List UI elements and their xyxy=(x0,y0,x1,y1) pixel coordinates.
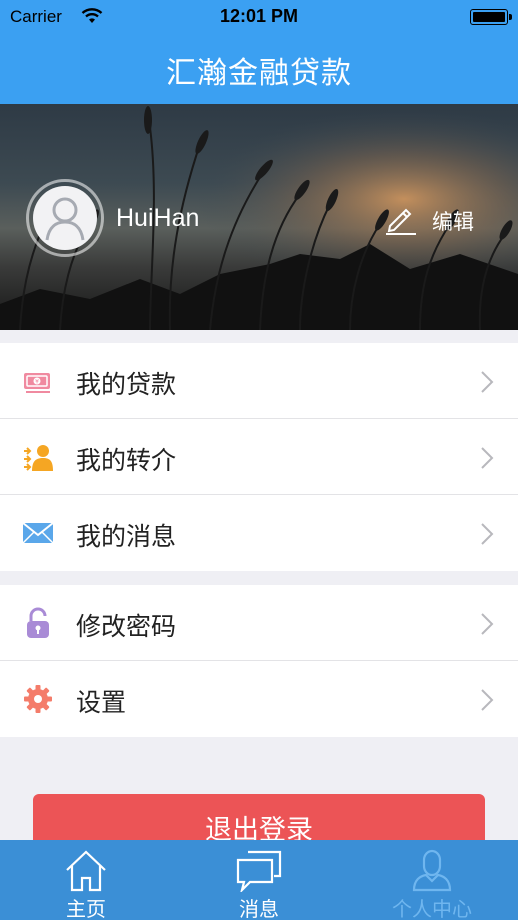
tab-label: 主页 xyxy=(66,897,106,920)
menu-item-label: 修改密码 xyxy=(76,612,177,641)
menu-item-my-referrals[interactable]: 我的转介 xyxy=(0,419,518,495)
unlock-icon xyxy=(27,607,49,638)
money-icon: ¥ xyxy=(24,373,50,393)
menu-item-label: 我的转介 xyxy=(76,446,177,475)
avatar[interactable] xyxy=(33,186,97,250)
menu-item-my-messages[interactable]: 我的消息 xyxy=(0,495,518,571)
gear-icon xyxy=(24,685,52,713)
user-placeholder-icon xyxy=(45,197,85,241)
menu-item-settings[interactable]: 设置 xyxy=(0,661,518,737)
chevron-right-icon xyxy=(481,613,494,635)
menu-item-label: 设置 xyxy=(76,688,127,717)
menu-item-label: 我的贷款 xyxy=(76,370,177,399)
menu-group-secondary: 修改密码 设置 xyxy=(0,585,518,737)
page-title: 汇瀚金融贷款 xyxy=(166,56,352,91)
status-bar: Carrier 12:01 PM xyxy=(0,0,518,34)
chevron-right-icon xyxy=(481,447,494,469)
tab-label: 消息 xyxy=(239,897,279,920)
menu-group-primary: ¥ 我的贷款 我的转介 我的消息 xyxy=(0,343,518,571)
home-icon xyxy=(66,850,106,892)
chevron-right-icon xyxy=(481,371,494,393)
username: HuiHan xyxy=(116,204,200,232)
chat-icon xyxy=(236,850,282,892)
tab-profile[interactable]: 个人中心 xyxy=(346,840,518,920)
clock: 12:01 PM xyxy=(219,6,299,26)
tab-label: 个人中心 xyxy=(392,897,472,920)
svg-text:¥: ¥ xyxy=(35,379,39,386)
user-icon xyxy=(412,849,452,892)
profile-banner: HuiHan 编辑 xyxy=(0,104,518,330)
pencil-icon[interactable] xyxy=(382,200,418,236)
edit-profile-button[interactable]: 编辑 xyxy=(432,206,474,236)
nav-bar: 汇瀚金融贷款 xyxy=(0,34,518,104)
referral-icon xyxy=(24,445,53,471)
menu-item-label: 我的消息 xyxy=(76,522,177,551)
chevron-right-icon xyxy=(481,523,494,545)
menu-item-my-loans[interactable]: ¥ 我的贷款 xyxy=(0,343,518,419)
tab-messages[interactable]: 消息 xyxy=(173,840,345,920)
chevron-right-icon xyxy=(481,689,494,711)
menu-item-change-password[interactable]: 修改密码 xyxy=(0,585,518,661)
battery-icon xyxy=(470,9,512,25)
tab-bar: 主页 消息 个人中心 xyxy=(0,840,518,920)
mail-icon xyxy=(22,522,54,544)
tab-home[interactable]: 主页 xyxy=(0,840,172,920)
